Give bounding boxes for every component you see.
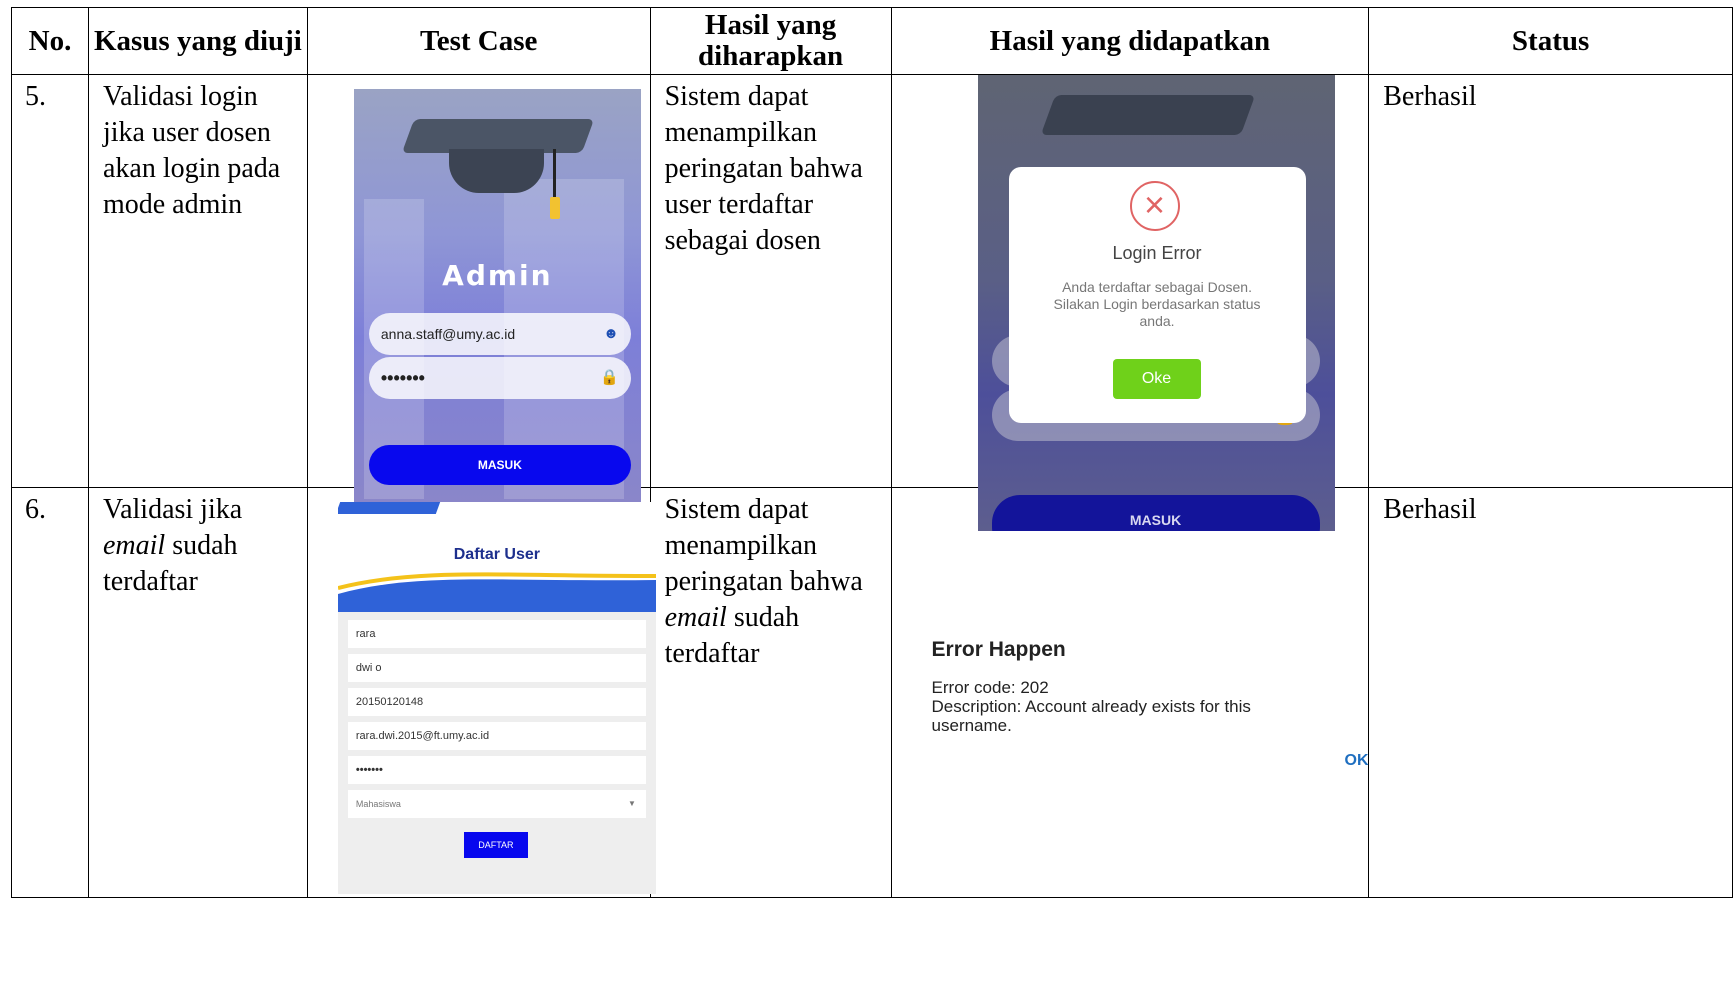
header-didapatkan: Hasil yang didapatkan [890, 7, 1370, 75]
row-status: Berhasil [1383, 494, 1477, 525]
header-row: No. Kasus yang diuji Test Case Hasil yan… [11, 7, 1733, 75]
email-field[interactable]: anna.staff@umy.ac.id ☻ [368, 313, 631, 355]
password-field[interactable]: ••••••• 🔒 [368, 357, 631, 399]
graduation-cap-icon [1040, 95, 1255, 135]
error-x-icon: × [1129, 181, 1180, 231]
row-harapan: Sistem dapat menampilkan peringatan bahw… [664, 81, 863, 256]
nim-field[interactable]: 20150120148 [347, 688, 646, 716]
user-icon: ☻ [603, 325, 619, 342]
chevron-down-icon: ▼ [627, 799, 636, 808]
table-row: 5. Validasi login jika user dosen akan l… [11, 74, 1733, 531]
header-wave [337, 572, 656, 616]
daftar-button[interactable]: DAFTAR [463, 832, 528, 858]
header-no: No. [11, 7, 89, 75]
status-select[interactable]: Mahasiswa ▼ [347, 790, 646, 818]
header-test-case: Test Case [306, 7, 651, 75]
header-status: Status [1368, 7, 1733, 75]
graduation-cap-icon [401, 119, 595, 153]
header-harapan: Hasil yang diharapkan [649, 7, 892, 75]
error-dialog-body: Error code: 202 Description: Account alr… [931, 678, 1251, 735]
email-value: anna.staff@umy.ac.id [380, 326, 516, 342]
row-number: 5. [25, 81, 46, 112]
password-value: ••••••• [380, 368, 425, 388]
password-field[interactable]: ••••••• [347, 756, 646, 784]
first-name-field[interactable]: rara [347, 620, 646, 648]
oke-button[interactable]: Oke [1112, 359, 1201, 399]
test-results-table: No. Kasus yang diuji Test Case Hasil yan… [11, 7, 1733, 898]
masuk-button[interactable]: MASUK [991, 495, 1320, 531]
row-kasus: Validasi jika email sudah terdaftar [102, 494, 243, 597]
error-dialog-title: Error Happen [931, 638, 1066, 661]
row-status: Berhasil [1383, 81, 1477, 112]
lock-icon: 🔒 [600, 369, 619, 386]
header-kasus: Kasus yang diuji [87, 7, 308, 75]
dialog-title: Login Error [1112, 243, 1202, 263]
table-row: 6. Validasi jika email sudah terdaftar D… [11, 487, 1733, 898]
row-harapan: Sistem dapat menampilkan peringatan bahw… [664, 494, 863, 669]
dialog-message: Anda terdaftar sebagai Dosen. Silakan Lo… [1053, 279, 1261, 329]
row-number: 6. [25, 494, 46, 525]
row-kasus: Validasi login jika user dosen akan logi… [102, 81, 281, 220]
email-field[interactable]: rara.dwi.2015@ft.umy.ac.id [347, 722, 646, 750]
admin-title: Admin [442, 259, 553, 292]
login-error-dialog: × Login Error Anda terdaftar sebagai Dos… [1008, 167, 1306, 423]
masuk-button[interactable]: MASUK [368, 445, 631, 485]
last-name-field[interactable]: dwi o [347, 654, 646, 682]
daftar-title: Daftar User [453, 546, 540, 563]
ok-button[interactable]: OK [1345, 752, 1369, 770]
